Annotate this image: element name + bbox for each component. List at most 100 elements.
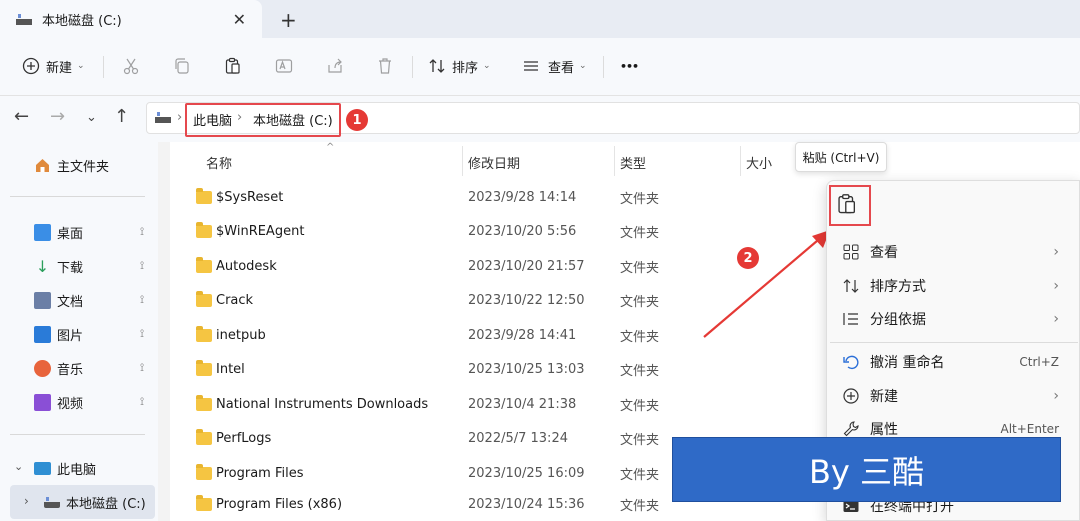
file-name: Intel	[216, 361, 245, 377]
pin-icon[interactable]: ⟟	[140, 259, 144, 273]
file-type: 文件夹	[620, 432, 660, 448]
command-bar: 新建 ⌄ 排序 ⌄ 查看 ⌄ •••	[0, 38, 1080, 96]
chevron-down-icon: ⌄	[579, 61, 587, 71]
divider	[603, 56, 604, 78]
chevron-down-icon: ⌄	[483, 61, 491, 71]
wrench-icon	[843, 421, 859, 437]
column-header-type[interactable]: 类型	[620, 153, 646, 172]
cut-button[interactable]	[122, 51, 140, 81]
recent-chevron-icon[interactable]: ⌄	[86, 110, 97, 125]
pin-icon[interactable]: ⟟	[140, 395, 144, 409]
column-header-size[interactable]: 大小	[746, 153, 772, 172]
file-date: 2023/10/24 15:36	[468, 496, 585, 512]
new-tab-button[interactable]: +	[280, 8, 297, 32]
music-icon	[34, 360, 51, 377]
folder-icon	[196, 428, 212, 445]
chevron-right-icon: ›	[1053, 388, 1059, 404]
column-divider[interactable]	[462, 146, 463, 176]
group-list-icon	[843, 313, 858, 325]
pin-icon[interactable]: ⟟	[140, 361, 144, 375]
file-name: Program Files (x86)	[216, 496, 343, 512]
sidebar-item-videos[interactable]: 视频	[34, 393, 83, 412]
table-row[interactable]: National Instruments Downloads 2023/10/4 …	[196, 387, 816, 421]
view-label: 查看	[548, 60, 575, 76]
menu-item-label: 排序方式	[870, 279, 926, 295]
menu-item-new[interactable]: 新建 ›	[842, 381, 1067, 411]
view-button[interactable]: 查看 ⌄	[522, 51, 587, 81]
file-date: 2023/10/25 13:03	[468, 361, 585, 377]
pin-icon[interactable]: ⟟	[140, 293, 144, 307]
file-date: 2023/10/25 16:09	[468, 465, 585, 481]
tab-local-disk[interactable]: 本地磁盘 (C:) ✕	[0, 0, 262, 38]
pin-icon[interactable]: ⟟	[140, 327, 144, 341]
forward-arrow-icon[interactable]: →	[50, 106, 65, 127]
file-date: 2023/9/28 14:41	[468, 327, 577, 343]
folder-icon	[196, 494, 212, 511]
column-header-modified[interactable]: 修改日期	[468, 153, 520, 172]
menu-shortcut: Alt+Enter	[1000, 422, 1059, 436]
sidebar-item-this-pc[interactable]: 此电脑	[34, 459, 96, 478]
drive-icon	[16, 13, 32, 25]
tab-title: 本地磁盘 (C:)	[42, 13, 122, 29]
column-divider[interactable]	[614, 146, 615, 176]
menu-item-sort-by[interactable]: 排序方式 ›	[842, 271, 1067, 301]
file-type: 文件夹	[620, 329, 660, 345]
file-date: 2023/10/22 12:50	[468, 292, 585, 308]
menu-item-view[interactable]: 查看 ›	[842, 237, 1067, 267]
folder-icon	[196, 325, 212, 342]
more-options-button[interactable]: •••	[620, 51, 639, 81]
plus-circle-icon	[22, 57, 40, 75]
divider	[103, 56, 104, 78]
file-name: $WinREAgent	[216, 223, 305, 239]
table-row[interactable]: Intel 2023/10/25 13:03 文件夹	[196, 352, 816, 386]
menu-divider	[830, 342, 1078, 343]
close-icon[interactable]: ✕	[233, 10, 246, 29]
menu-item-undo-rename[interactable]: 撤消 重命名 Ctrl+Z	[842, 347, 1067, 377]
divider	[412, 56, 413, 78]
back-arrow-icon[interactable]: ←	[14, 106, 29, 127]
rename-button[interactable]	[275, 51, 293, 81]
expand-chevron-icon[interactable]: ›	[24, 494, 29, 508]
file-date: 2023/10/20 5:56	[468, 223, 577, 239]
breadcrumb-separator-icon: ›	[177, 110, 183, 125]
download-icon: ↓	[35, 257, 50, 276]
file-type: 文件夹	[620, 294, 660, 310]
file-date: 2023/9/28 14:14	[468, 189, 577, 205]
file-name: PerfLogs	[216, 430, 272, 446]
sidebar-item-documents[interactable]: 文档	[34, 291, 83, 310]
sidebar-item-pictures[interactable]: 图片	[34, 325, 83, 344]
folder-icon	[196, 256, 212, 273]
share-button[interactable]	[326, 51, 344, 81]
column-header-name[interactable]: 名称	[206, 153, 232, 172]
annotation-arrow	[703, 230, 830, 338]
paste-button[interactable]	[224, 51, 242, 81]
column-divider[interactable]	[740, 146, 741, 176]
annotation-badge-2: 2	[737, 247, 759, 269]
desktop-icon	[34, 224, 51, 241]
file-name: National Instruments Downloads	[216, 396, 429, 412]
sort-button[interactable]: 排序 ⌄	[428, 51, 491, 81]
file-type: 文件夹	[620, 225, 660, 241]
grid-icon	[843, 244, 859, 260]
expand-chevron-icon[interactable]: ⌄	[14, 460, 23, 473]
drive-icon	[44, 497, 60, 508]
sidebar-item-local-disk[interactable]: 本地磁盘 (C:)	[44, 493, 146, 512]
new-button[interactable]: 新建 ⌄	[22, 51, 85, 81]
delete-button[interactable]	[376, 51, 394, 81]
file-name: $SysReset	[216, 189, 284, 205]
copy-button[interactable]	[173, 51, 191, 81]
file-name: Autodesk	[216, 258, 277, 274]
new-label: 新建	[46, 60, 73, 76]
menu-item-group-by[interactable]: 分组依据 ›	[842, 304, 1067, 334]
paste-tooltip: 粘贴 (Ctrl+V)	[795, 142, 887, 172]
sidebar-item-desktop[interactable]: 桌面	[34, 223, 83, 242]
up-arrow-icon[interactable]: ↑	[114, 106, 129, 127]
watermark-banner: By 三酷	[672, 437, 1061, 502]
table-row[interactable]: $SysReset 2023/9/28 14:14 文件夹	[196, 180, 816, 214]
pin-icon[interactable]: ⟟	[140, 225, 144, 239]
sidebar-item-music[interactable]: 音乐	[34, 359, 83, 378]
monitor-icon	[34, 462, 51, 475]
sidebar-item-downloads[interactable]: ↓ 下载	[34, 257, 83, 276]
sidebar-item-home[interactable]: 主文件夹	[34, 156, 109, 175]
document-icon	[34, 292, 51, 309]
